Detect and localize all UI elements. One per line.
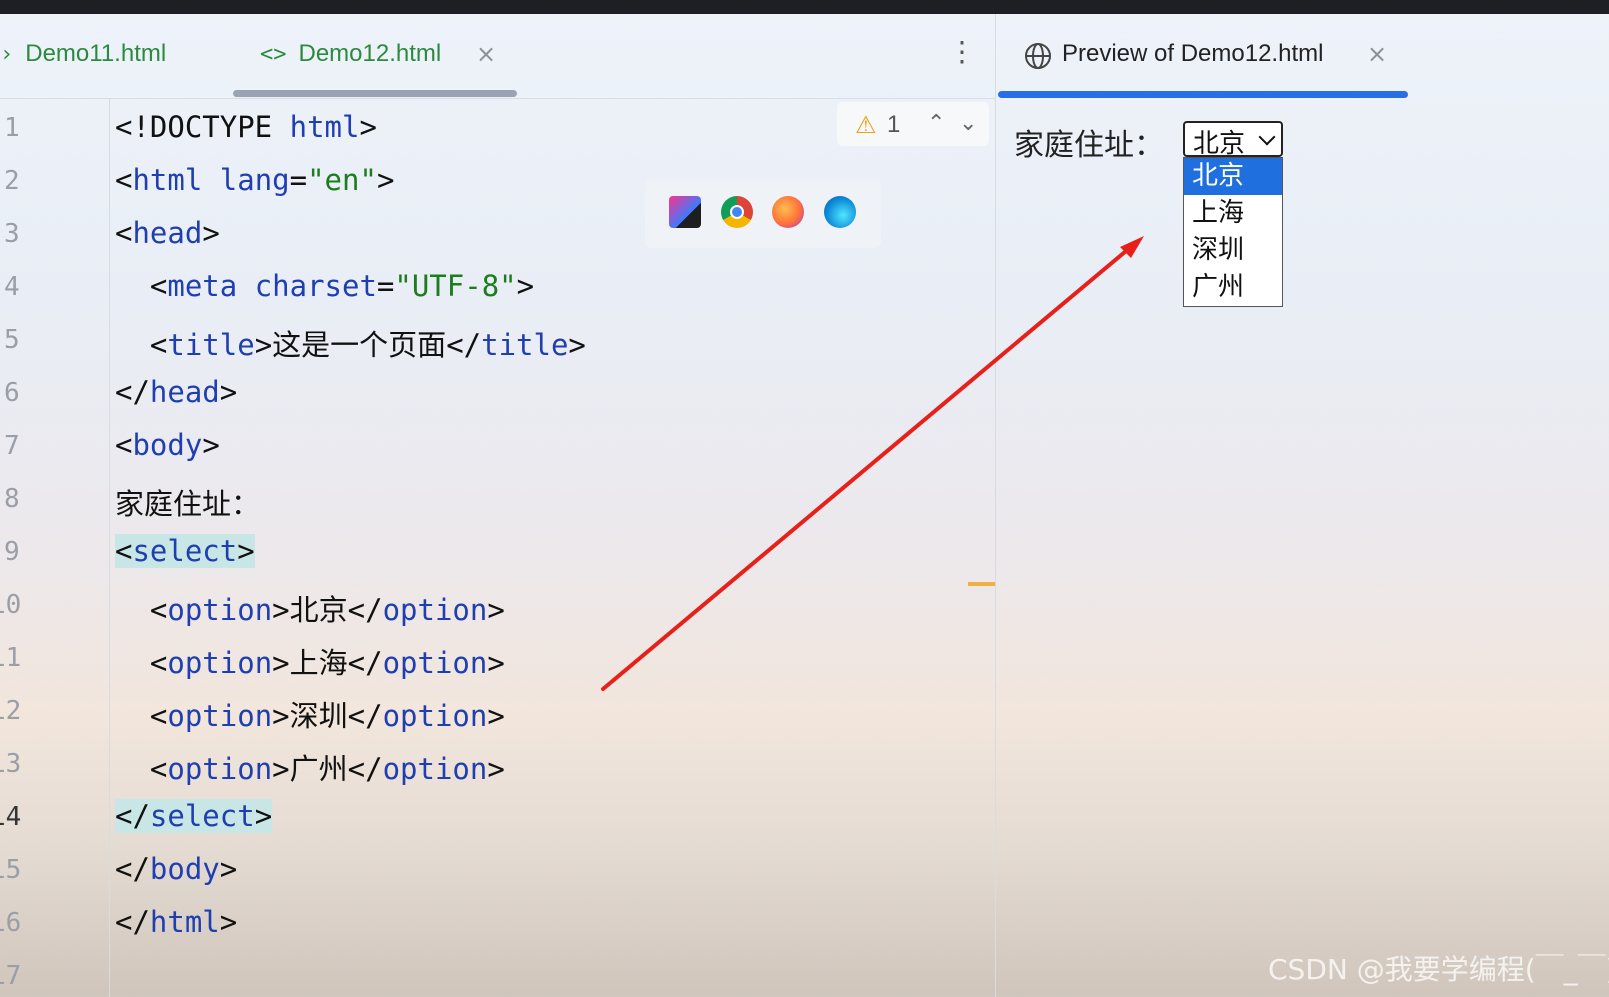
- annotation-arrow: [601, 236, 1144, 691]
- watermark: CSDN @我要学编程(￣_￣): [1268, 953, 1609, 986]
